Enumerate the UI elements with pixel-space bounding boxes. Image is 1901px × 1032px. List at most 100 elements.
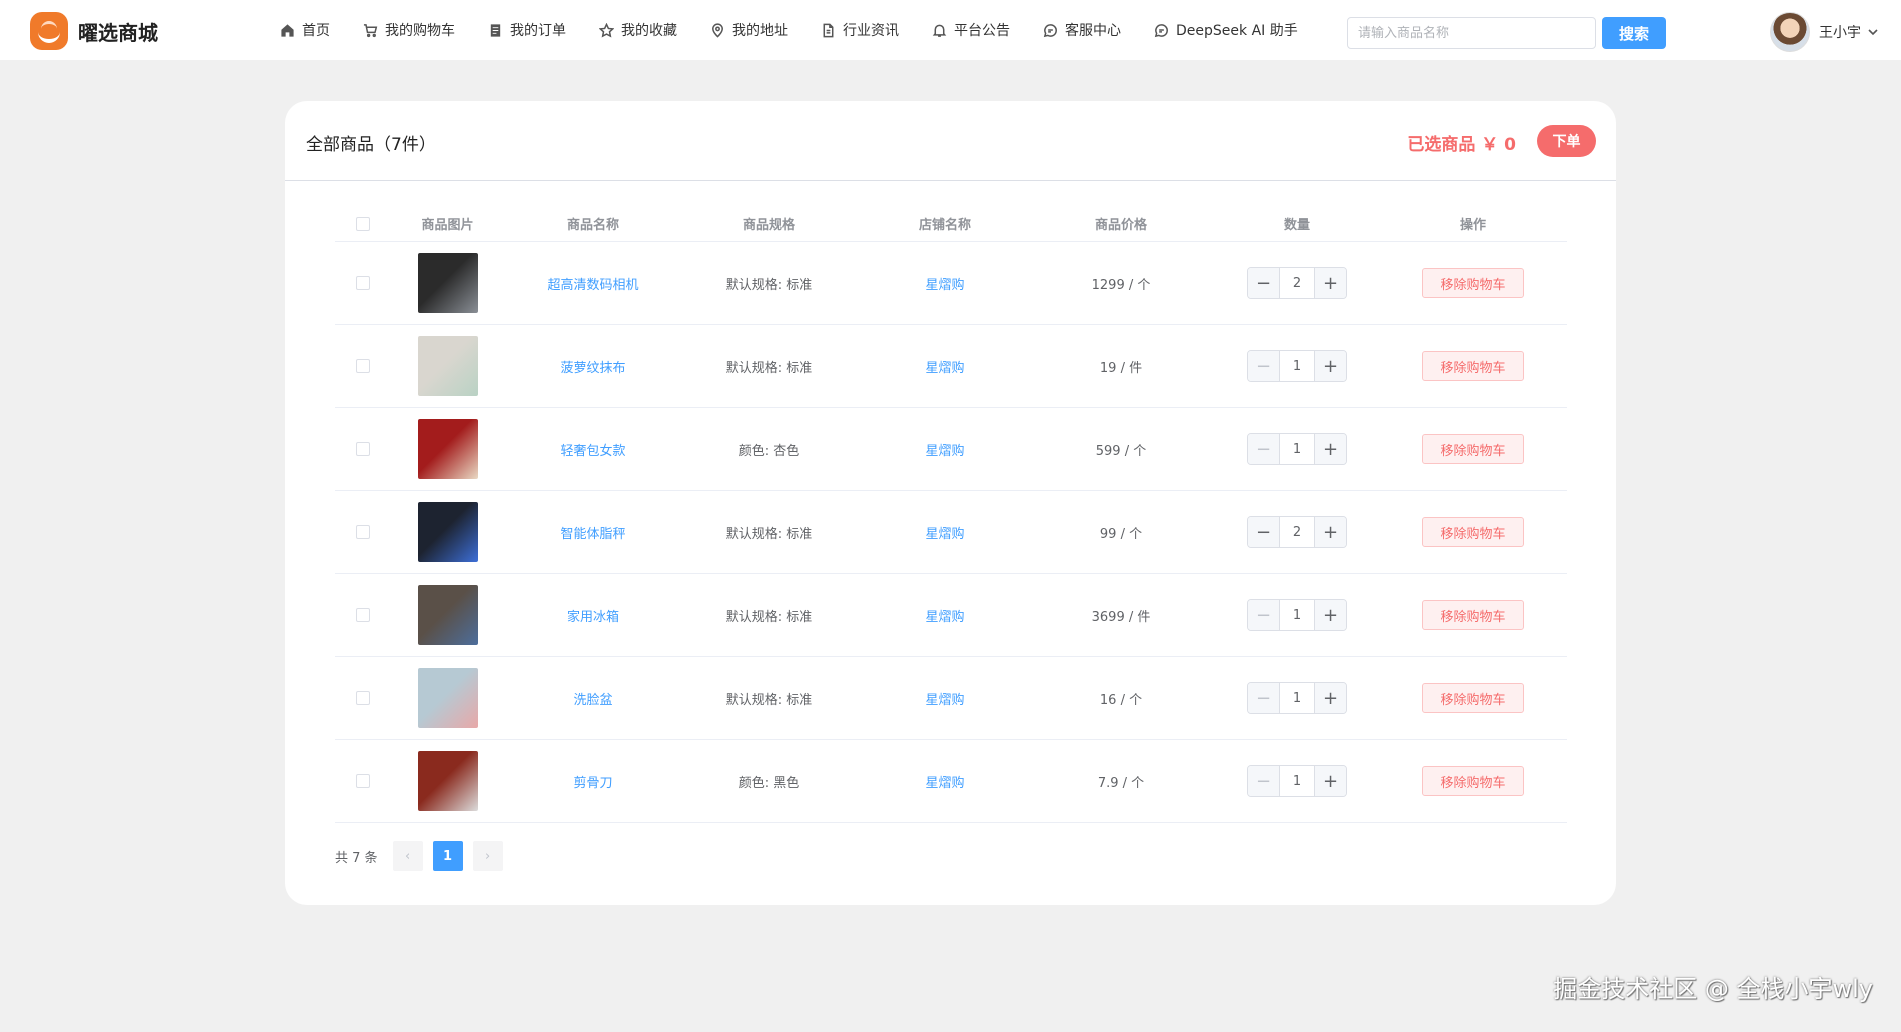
next-page-button[interactable]: ›	[472, 841, 503, 871]
row-checkbox[interactable]	[355, 691, 370, 705]
remove-from-cart-button[interactable]: 移除购物车	[1422, 517, 1524, 547]
product-name-link[interactable]: 轻奢包女款	[560, 444, 625, 459]
watermark: 掘金技术社区 @ 全栈小宇wly	[1553, 975, 1873, 1003]
quantity-value[interactable]: 1	[1280, 359, 1314, 374]
nav-favorites[interactable]: 我的收藏	[599, 20, 677, 40]
increase-quantity-button[interactable]: +	[1314, 351, 1346, 381]
increase-quantity-button[interactable]: +	[1314, 517, 1346, 547]
prev-page-button[interactable]: ‹	[392, 841, 423, 871]
quantity-value[interactable]: 2	[1280, 276, 1314, 291]
product-spec: 默认规格: 标准	[725, 692, 813, 708]
decrease-quantity-button[interactable]: −	[1248, 766, 1280, 796]
quantity-value[interactable]: 2	[1280, 525, 1314, 540]
product-price: 16 / 个	[1099, 692, 1143, 708]
increase-quantity-button[interactable]: +	[1314, 268, 1346, 298]
row-checkbox[interactable]	[355, 774, 370, 788]
product-image	[417, 585, 478, 645]
remove-from-cart-button[interactable]: 移除购物车	[1422, 351, 1524, 381]
chat-icon	[1154, 23, 1168, 37]
product-name-link[interactable]: 剪骨刀	[573, 776, 612, 791]
product-image	[417, 336, 478, 396]
quantity-value[interactable]: 1	[1280, 691, 1314, 706]
row-checkbox[interactable]	[355, 442, 370, 456]
user-menu[interactable]: 王小宇	[1770, 12, 1879, 52]
star-icon	[599, 22, 614, 38]
product-spec: 颜色: 黑色	[738, 775, 800, 791]
remove-from-cart-button[interactable]: 移除购物车	[1422, 600, 1524, 630]
quantity-value[interactable]: 1	[1280, 442, 1314, 457]
column-header: 数量	[1283, 218, 1310, 233]
nav-news[interactable]: 行业资讯	[821, 20, 899, 40]
product-price: 599 / 个	[1095, 443, 1147, 459]
product-image	[417, 668, 478, 728]
select-all-checkbox[interactable]	[355, 216, 370, 231]
row-checkbox[interactable]	[355, 608, 370, 622]
row-checkbox[interactable]	[355, 276, 370, 290]
column-header: 商品图片	[421, 218, 474, 233]
order-icon	[490, 23, 501, 37]
nav-cart[interactable]: 我的购物车	[363, 20, 455, 40]
place-order-button[interactable]: 下单	[1537, 125, 1596, 157]
column-header: 操作	[1459, 218, 1486, 233]
remove-from-cart-button[interactable]: 移除购物车	[1422, 766, 1524, 796]
shop-name-link[interactable]: 星熠购	[925, 693, 964, 708]
column-header: 商品名称	[566, 218, 619, 233]
search-button[interactable]: 搜索	[1602, 17, 1666, 49]
product-spec: 默认规格: 标准	[725, 360, 813, 376]
decrease-quantity-button[interactable]: −	[1248, 517, 1280, 547]
row-checkbox[interactable]	[355, 359, 370, 373]
remove-from-cart-button[interactable]: 移除购物车	[1422, 268, 1524, 298]
nav-support[interactable]: 客服中心	[1043, 20, 1121, 40]
shop-name-link[interactable]: 星熠购	[925, 776, 964, 791]
nav-ai-assistant[interactable]: DeepSeek AI 助手	[1154, 20, 1298, 40]
table-row: 智能体脂秤 默认规格: 标准 星熠购 99 / 个 − 2 + 移除购物车	[335, 491, 1567, 574]
product-image	[417, 419, 478, 479]
pagination-total: 共 7 条	[335, 850, 378, 866]
product-image	[417, 502, 478, 562]
quantity-value[interactable]: 1	[1280, 608, 1314, 623]
logo[interactable]: 曜选商城	[30, 12, 158, 50]
decrease-quantity-button[interactable]: −	[1248, 434, 1280, 464]
remove-from-cart-button[interactable]: 移除购物车	[1422, 434, 1524, 464]
nav-address[interactable]: 我的地址	[710, 20, 788, 40]
shop-name-link[interactable]: 星熠购	[925, 361, 964, 376]
top-header: 曜选商城 首页 我的购物车 我的订单 我的收藏 我的地址 行业资讯 平台公告 客…	[0, 0, 1901, 60]
shop-name-link[interactable]: 星熠购	[925, 278, 964, 293]
increase-quantity-button[interactable]: +	[1314, 434, 1346, 464]
search-input[interactable]	[1347, 17, 1596, 49]
logo-icon	[30, 12, 68, 50]
home-icon	[281, 23, 294, 37]
chevron-down-icon	[1868, 29, 1878, 36]
increase-quantity-button[interactable]: +	[1314, 766, 1346, 796]
column-header: 商品价格	[1094, 218, 1147, 233]
quantity-stepper: − 1 +	[1247, 682, 1347, 714]
increase-quantity-button[interactable]: +	[1314, 683, 1346, 713]
decrease-quantity-button[interactable]: −	[1248, 683, 1280, 713]
product-spec: 默认规格: 标准	[725, 526, 813, 542]
shop-name-link[interactable]: 星熠购	[925, 444, 964, 459]
decrease-quantity-button[interactable]: −	[1248, 268, 1280, 298]
product-name-link[interactable]: 菠萝纹抹布	[560, 361, 625, 376]
nav-home[interactable]: 首页	[280, 20, 330, 40]
product-name-link[interactable]: 智能体脂秤	[560, 527, 625, 542]
shop-name-link[interactable]: 星熠购	[925, 527, 964, 542]
product-spec: 颜色: 杏色	[738, 443, 800, 459]
page-1-button[interactable]: 1	[432, 841, 463, 871]
product-name-link[interactable]: 洗脸盆	[573, 693, 612, 708]
quantity-value[interactable]: 1	[1280, 774, 1314, 789]
remove-from-cart-button[interactable]: 移除购物车	[1422, 683, 1524, 713]
cart-icon	[363, 23, 378, 37]
table-row: 家用冰箱 默认规格: 标准 星熠购 3699 / 件 − 1 + 移除购物车	[335, 574, 1567, 657]
pagination: 共 7 条 ‹ 1 ›	[335, 841, 513, 871]
nav-announcements[interactable]: 平台公告	[932, 20, 1010, 40]
decrease-quantity-button[interactable]: −	[1248, 600, 1280, 630]
cart-card: 全部商品（7件） 已选商品 ￥ 0 下单 商品图片 商品名称 商品规格 店铺名称…	[285, 101, 1616, 905]
decrease-quantity-button[interactable]: −	[1248, 351, 1280, 381]
shop-name-link[interactable]: 星熠购	[925, 610, 964, 625]
nav-orders[interactable]: 我的订单	[488, 20, 566, 40]
cart-table: 商品图片 商品名称 商品规格 店铺名称 商品价格 数量 操作 超高清数码相机 默…	[335, 206, 1567, 823]
row-checkbox[interactable]	[355, 525, 370, 539]
product-name-link[interactable]: 超高清数码相机	[547, 278, 638, 293]
increase-quantity-button[interactable]: +	[1314, 600, 1346, 630]
product-name-link[interactable]: 家用冰箱	[567, 610, 619, 625]
